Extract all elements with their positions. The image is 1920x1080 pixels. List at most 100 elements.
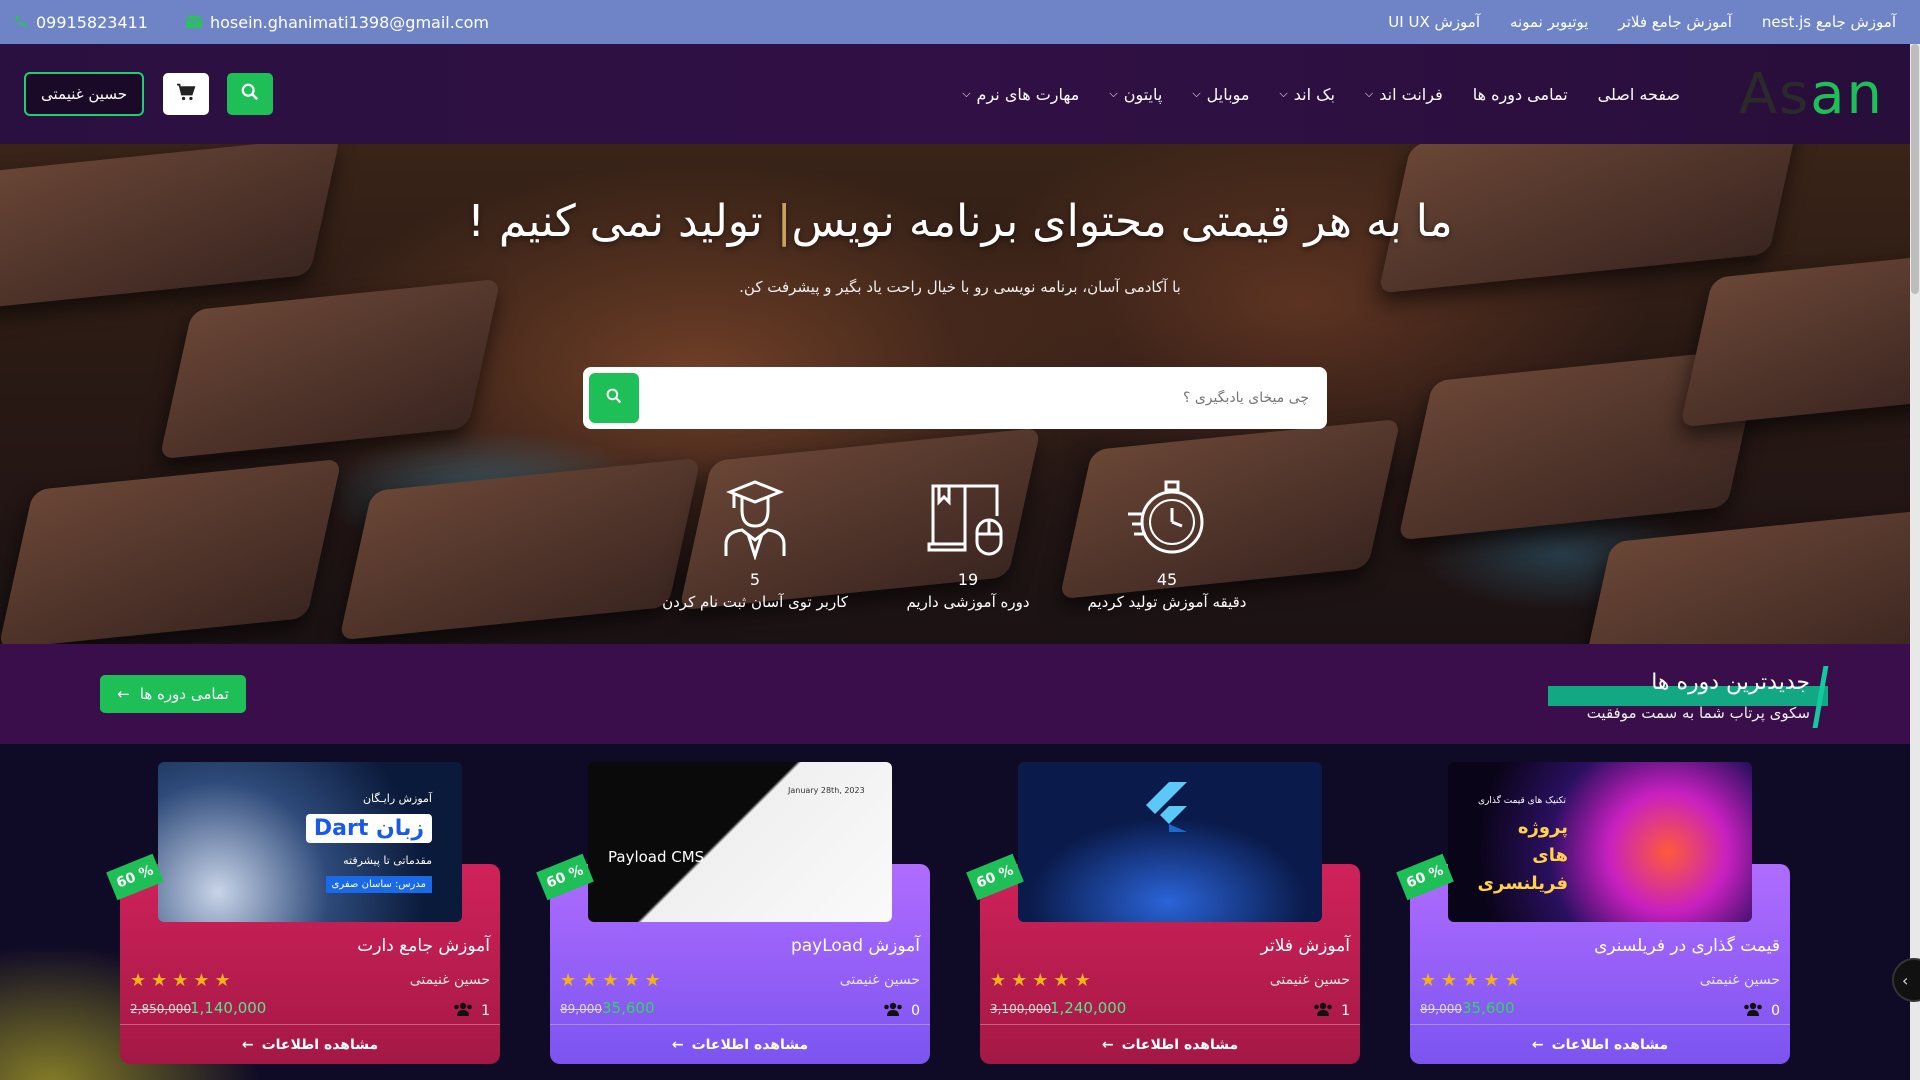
students-count: 0 [883,1002,920,1020]
nav-item-mobile[interactable]: موبایل ⌵ [1192,85,1249,104]
old-price: 2,850,000 [130,1002,192,1016]
old-price: 3,100,000 [990,1002,1052,1016]
topbar-links: آموزش جامع nest.js آموزش جامع فلاتر یوتی… [1388,13,1896,31]
stat-minutes: 45 دقیقه آموزش تولید کردیم [1057,474,1277,611]
view-details-label: مشاهده اطلاعات [1121,1036,1239,1053]
page-scrollbar[interactable] [1910,44,1920,1080]
rating-stars-icon: ★★★★★ [1420,970,1526,991]
view-details-button[interactable]: مشاهده اطلاعات ← [550,1024,930,1064]
book-mouse-icon [858,474,1078,560]
chevron-down-icon: ⌵ [1279,87,1288,100]
new-price: 1,140,000 [190,999,267,1017]
stat-label: دوره آموزشی داریم [906,593,1030,611]
email-address: hosein.ghanimati1398@gmail.com [209,12,489,32]
course-card[interactable]: آموزش رایـگان زبان Dart مقدماتی تا پیشرف… [106,762,500,1064]
top-info-bar: 09915823411 hosein.ghanimati1398@gmail.c… [0,0,1920,44]
users-icon [883,1002,903,1020]
chevron-down-icon: ⌵ [1192,87,1201,100]
course-thumbnail [1018,762,1322,922]
nav-item-all-courses[interactable]: تمامی دوره ها [1473,85,1568,104]
main-nav: صفحه اصلی تمامی دوره ها فرانت اند ⌵ بک ان… [962,44,1680,144]
nav-item-backend[interactable]: بک اند ⌵ [1279,85,1335,104]
hero-search-input[interactable] [649,377,1309,419]
nav-item-label: مهارت های نرم [976,84,1080,104]
course-thumbnail: Payload CMS January 28th, 2023 [588,762,892,922]
phone-contact[interactable]: 09915823411 [14,13,148,32]
flutter-logo-icon [1146,782,1187,832]
users-icon [1313,1002,1333,1020]
users-icon [453,1002,473,1020]
course-title[interactable]: آموزش فلاتر [1261,936,1350,956]
latest-courses-header: تمامی دوره ها ← جدیدترین دوره ها سکوی پر… [0,644,1920,744]
all-courses-label: تمامی دوره ها [139,685,229,703]
course-teacher: حسین غنیمتی [839,972,920,988]
arrow-left-icon: ← [1101,1036,1114,1053]
courses-grid: آموزش رایـگان زبان Dart مقدماتی تا پیشرف… [0,744,1920,1080]
topbar-link-uiux[interactable]: آموزش UI UX [1388,13,1480,31]
course-title[interactable]: آموزش payLoad [791,936,920,956]
rating-stars-icon: ★★★★★ [990,970,1096,991]
user-account-button[interactable]: حسین غنیمتی [24,72,144,116]
arrow-left-icon: ← [671,1036,684,1053]
cart-button[interactable] [163,73,209,115]
users-icon [1743,1002,1763,1020]
nav-item-label: صفحه اصلی [1597,84,1680,104]
old-price: 89,000 [560,1002,602,1016]
nav-item-label: بک اند [1293,84,1335,104]
search-icon [241,83,259,105]
nav-item-python[interactable]: پایتون ⌵ [1109,85,1162,104]
nav-item-home[interactable]: صفحه اصلی [1598,85,1680,104]
students-count: 1 [1313,1002,1350,1020]
view-details-label: مشاهده اطلاعات [691,1036,809,1053]
stat-value: 5 [749,570,761,589]
section-subtitle: سکوی پرتاب شما به سمت موفقیت [1586,704,1810,722]
header-search-button[interactable] [227,73,273,115]
chevron-down-icon: ⌵ [962,87,971,100]
stat-users: 5 کاربر توی آسان ثبت نام کردن [645,474,865,611]
new-price: 35,600 [1462,999,1515,1017]
scrollbar-thumb[interactable] [1911,44,1919,294]
hero-search-button[interactable] [589,373,639,423]
new-price: 35,600 [602,999,655,1017]
chevron-left-icon: ‹ [1902,970,1909,990]
chevron-down-icon: ⌵ [1364,87,1374,100]
course-teacher: حسین غنیمتی [1269,972,1350,988]
course-teacher: حسین غنیمتی [409,972,490,988]
typing-cursor: | [776,196,792,247]
view-details-button[interactable]: مشاهده اطلاعات ← [1410,1024,1790,1064]
phone-icon [14,13,28,32]
course-card[interactable]: 60 % آموزش فلاتر ★★★★★ حسین غنیمتی 3,100… [966,762,1360,1064]
section-title: جدیدترین دوره ها [1651,670,1810,695]
chevron-down-icon: ⌵ [1109,87,1118,100]
students-count: 0 [1743,1002,1780,1020]
nav-item-soft-skills[interactable]: مهارت های نرم ⌵ [962,85,1079,104]
topbar-link-nest[interactable]: آموزش جامع nest.js [1762,13,1896,31]
course-title[interactable]: آموزش جامع دارت [357,936,490,956]
nav-item-label: تمامی دوره ها [1472,84,1568,104]
course-thumbnail: آموزش رایـگان زبان Dart مقدماتی تا پیشرف… [158,762,462,922]
stat-value: 45 [1156,570,1178,589]
students-count: 1 [453,1002,490,1020]
email-contact[interactable]: hosein.ghanimati1398@gmail.com [185,12,489,32]
course-card[interactable]: Payload CMS January 28th, 2023 60 % آموز… [536,762,930,1064]
topbar-link-flutter[interactable]: آموزش جامع فلاتر [1618,13,1731,31]
view-details-button[interactable]: مشاهده اطلاعات ← [980,1024,1360,1064]
stopwatch-icon [1057,474,1277,560]
all-courses-button[interactable]: تمامی دوره ها ← [100,675,246,713]
discount-badge: 60 % [106,853,164,901]
discount-badge: 60 % [536,853,594,901]
course-title[interactable]: قیمت گذاری در فریلسنری [1594,936,1780,956]
hero-title: ما به هر قیمتی محتوای برنامه نویس| تولید… [467,196,1453,247]
view-details-button[interactable]: مشاهده اطلاعات ← [120,1024,500,1064]
site-logo[interactable]: Asan [1739,62,1884,127]
envelope-icon [185,13,203,32]
topbar-link-youtuber[interactable]: یوتیوبر نمونه [1510,13,1588,31]
nav-item-frontend[interactable]: فرانت اند ⌵ [1365,85,1443,104]
course-card[interactable]: تکنیک های قیمت گذاری پروژه های فریلنسری … [1396,762,1790,1064]
stat-label: دقیقه آموزش تولید کردیم [1087,593,1247,611]
phone-number: 09915823411 [36,12,148,32]
contact-info: 09915823411 hosein.ghanimati1398@gmail.c… [14,13,489,32]
old-price: 89,000 [1420,1002,1462,1016]
nav-item-label: موبایل [1206,84,1250,104]
search-icon [606,388,622,408]
